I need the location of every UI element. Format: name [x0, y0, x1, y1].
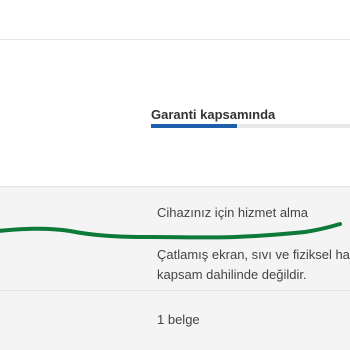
section-divider	[0, 186, 350, 187]
warranty-page: Garanti kapsamında Cihazınız için hizmet…	[0, 0, 350, 350]
coverage-progress-fill	[151, 124, 237, 128]
top-divider	[0, 39, 350, 40]
row-divider	[0, 290, 350, 291]
service-description: Çatlamış ekran, sıvı ve fiziksel ha kaps…	[157, 245, 350, 285]
service-description-line-1: Çatlamış ekran, sıvı ve fiziksel ha	[157, 247, 350, 262]
coverage-progress-bar	[151, 124, 350, 128]
service-description-line-2: kapsam dahilinde değildir.	[157, 267, 307, 282]
documents-count-link[interactable]: 1 belge	[157, 312, 200, 327]
coverage-status-label: Garanti kapsamında	[151, 107, 276, 122]
service-section: Cihazınız için hizmet alma Çatlamış ekra…	[0, 186, 350, 350]
get-service-link[interactable]: Cihazınız için hizmet alma	[157, 205, 308, 220]
